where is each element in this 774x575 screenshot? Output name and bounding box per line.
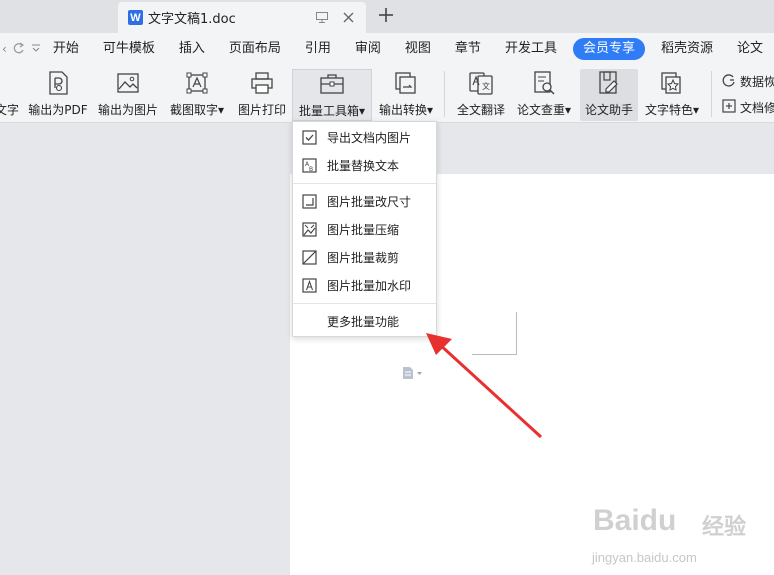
watermark-url: jingyan.baidu.com <box>592 550 697 565</box>
menu-item-review[interactable]: 审阅 <box>343 38 393 60</box>
export-image-button[interactable]: 输出为图片 <box>96 69 160 121</box>
menu-item-docer[interactable]: 稻壳资源 <box>649 38 725 60</box>
screenshot-ocr-button[interactable]: 截图取字▾ <box>166 69 228 121</box>
dropdown-divider <box>293 183 436 184</box>
menu-item-batch-watermark[interactable]: 图片批量加水印 <box>293 272 436 298</box>
output-convert-button[interactable]: 输出转换▾ <box>374 69 438 121</box>
replace-text-icon: AB <box>301 157 317 173</box>
redo-icon[interactable] <box>13 42 25 57</box>
convert-icon <box>374 69 438 97</box>
menu-item-batch-resize[interactable]: 图片批量改尺寸 <box>293 188 436 214</box>
paper-check-button[interactable]: 论文查重▾ <box>512 69 576 121</box>
svg-text:文: 文 <box>482 81 490 91</box>
watermark-icon <box>301 277 317 293</box>
paragraph-layout-icon[interactable] <box>402 367 422 382</box>
tab-title: 文字文稿1.doc <box>148 12 236 27</box>
full-translate-button[interactable]: 文 全文翻译 <box>453 69 509 121</box>
menu-item-view[interactable]: 视图 <box>393 38 443 60</box>
repair-icon <box>722 99 736 116</box>
image-print-button[interactable]: 图片打印 <box>234 69 290 121</box>
image-export-icon <box>96 69 160 97</box>
chevron-left-icon[interactable]: ‹ <box>2 42 7 56</box>
text-feature-button[interactable]: 文字特色▾ <box>641 69 703 121</box>
doc-repair-button[interactable]: 文档修 <box>722 99 774 116</box>
menu-item-templates[interactable]: 可牛模板 <box>91 38 167 60</box>
menu-item-paper[interactable]: 论文 <box>725 38 774 60</box>
check-image-icon <box>301 129 317 145</box>
menu-item-batch-replace-text[interactable]: AB 批量替换文本 <box>293 152 436 178</box>
watermark-cn: 经验 <box>702 515 747 540</box>
printer-icon <box>234 69 290 97</box>
batch-toolbox-dropdown: 导出文档内图片 AB 批量替换文本 图片批量改尺寸 图片批量压缩 图片批量裁剪 … <box>292 121 437 337</box>
new-tab-button[interactable] <box>374 3 398 27</box>
menu-bar: ‹ 开始 可牛模板 插入 页面布局 引用 审阅 视图 章节 开发工具 会员专享 … <box>0 33 774 65</box>
compress-icon <box>301 221 317 237</box>
ocr-icon <box>166 69 228 97</box>
translate-icon: 文 <box>453 69 509 97</box>
ribbon-divider <box>444 71 445 117</box>
title-bar: W 文字文稿1.doc <box>0 0 774 33</box>
monitor-icon[interactable] <box>314 9 330 25</box>
menu-item-references[interactable]: 引用 <box>293 38 343 60</box>
recovery-icon <box>722 73 736 90</box>
paper-assistant-icon <box>580 69 638 97</box>
export-pdf-button[interactable]: 输出为PDF <box>26 69 90 121</box>
ribbon-toolbar: 文字 输出为PDF 输出为图片 截图取字▾ 图片打印 批量工具箱▾ 输出转换▾ … <box>0 65 774 123</box>
menu-item-member[interactable]: 会员专享 <box>572 38 645 60</box>
menu-item-export-images[interactable]: 导出文档内图片 <box>293 124 436 150</box>
paper-assistant-button[interactable]: 论文助手 <box>580 69 638 121</box>
menu-item-more-batch[interactable]: 更多批量功能 <box>293 308 436 334</box>
ribbon-divider <box>711 71 712 117</box>
dropdown-divider <box>293 303 436 304</box>
toolbox-icon <box>293 70 371 98</box>
svg-text:B: B <box>309 166 313 173</box>
annotation-arrow <box>426 333 543 439</box>
ribbon-partial-text[interactable]: 文字 <box>0 69 20 121</box>
baidu-jingyan-watermark: Baidu 经验 jingyan.baidu.com <box>590 492 774 575</box>
data-recovery-button[interactable]: 数据恢 <box>722 73 774 90</box>
document-tab[interactable]: W 文字文稿1.doc <box>118 2 366 33</box>
crop-icon <box>301 249 317 265</box>
paper-check-icon <box>512 69 576 97</box>
menu-item-page-layout[interactable]: 页面布局 <box>217 38 293 60</box>
text-feature-icon <box>641 69 703 97</box>
resize-icon <box>301 193 317 209</box>
batch-toolbox-button[interactable]: 批量工具箱▾ <box>292 69 372 121</box>
watermark-brand: Baidu <box>593 504 677 537</box>
menu-item-start[interactable]: 开始 <box>41 38 91 60</box>
menu-item-developer[interactable]: 开发工具 <box>493 38 569 60</box>
customize-dropdown-icon[interactable] <box>31 42 41 56</box>
quick-access: ‹ <box>0 42 41 57</box>
pdf-icon <box>26 69 90 97</box>
menu-item-chapter[interactable]: 章节 <box>443 38 493 60</box>
wps-writer-icon: W <box>128 10 143 25</box>
close-tab-icon[interactable] <box>340 9 356 25</box>
menu-item-batch-compress[interactable]: 图片批量压缩 <box>293 216 436 242</box>
title-bar-left <box>0 0 118 33</box>
menu-item-batch-crop[interactable]: 图片批量裁剪 <box>293 244 436 270</box>
menu-item-insert[interactable]: 插入 <box>167 38 217 60</box>
